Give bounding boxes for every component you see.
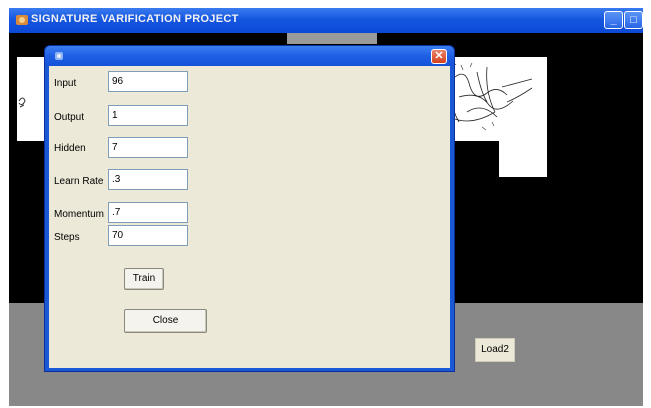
hidden-field[interactable]	[108, 137, 188, 158]
learn-rate-field[interactable]	[108, 169, 188, 190]
steps-field[interactable]	[108, 225, 188, 246]
training-dialog: ✕ Input Output Hidden Learn Rate Momentu…	[44, 45, 455, 372]
momentum-label: Momentum	[54, 209, 105, 220]
dialog-body: Input Output Hidden Learn Rate Momentum …	[49, 66, 450, 368]
minimize-icon: _	[610, 14, 617, 26]
momentum-field[interactable]	[108, 202, 188, 223]
steps-label: Steps	[54, 232, 80, 243]
signature-image-right-lower	[499, 141, 547, 177]
learn-rate-label: Learn Rate	[54, 176, 104, 187]
panel-tab	[287, 33, 377, 44]
signature-image-right	[447, 57, 547, 141]
maximize-icon: □	[630, 14, 637, 26]
app-icon	[16, 15, 28, 25]
signature-image-left	[17, 57, 47, 141]
dialog-app-icon	[55, 52, 63, 60]
maximize-button[interactable]: □	[624, 11, 643, 29]
main-titlebar[interactable]: SIGNATURE VARIFICATION PROJECT _ □ x	[9, 8, 643, 33]
close-icon: ✕	[434, 50, 444, 62]
close-button[interactable]: Close	[124, 309, 207, 333]
input-label: Input	[54, 78, 77, 89]
input-field[interactable]	[108, 71, 188, 92]
train-button[interactable]: Train	[124, 268, 164, 290]
output-field[interactable]	[108, 105, 188, 126]
load2-button[interactable]: Load2	[475, 338, 515, 362]
dialog-titlebar[interactable]: ✕	[45, 46, 454, 66]
hidden-label: Hidden	[54, 143, 86, 154]
minimize-button[interactable]: _	[604, 11, 623, 29]
window-title: SIGNATURE VARIFICATION PROJECT	[31, 13, 239, 25]
dialog-close-button[interactable]: ✕	[431, 49, 447, 64]
output-label: Output	[54, 112, 85, 123]
